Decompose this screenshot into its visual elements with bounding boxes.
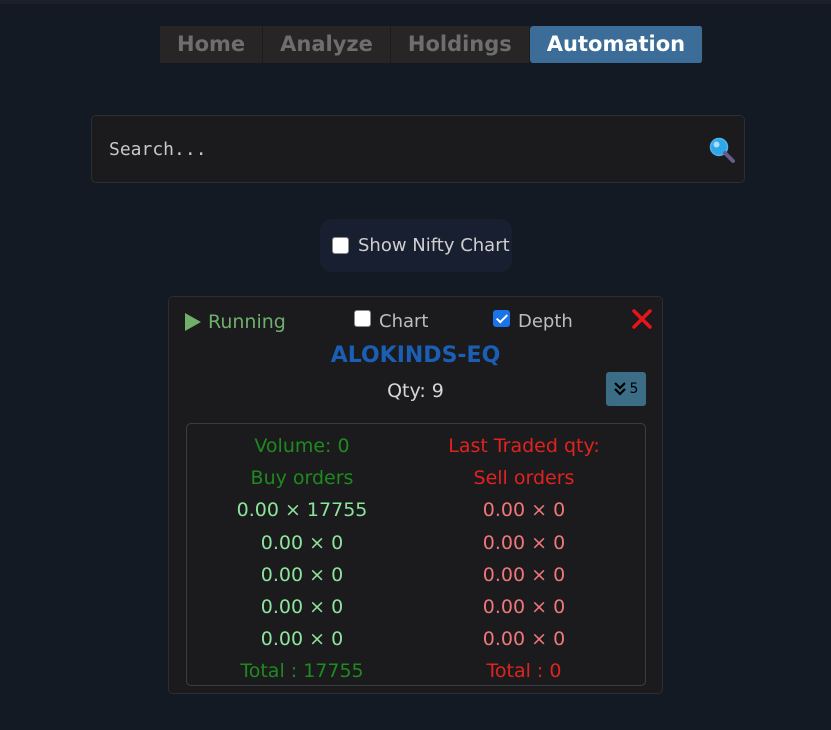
sell-column: Last Traded qty: Sell orders 0.00 × 0 0.… — [409, 430, 639, 688]
buy-order-row: 0.00 × 17755 — [236, 499, 368, 522]
close-icon[interactable] — [630, 307, 654, 331]
chart-option: Chart — [354, 310, 429, 332]
stock-card: Running Chart Depth ALOKINDS-EQ Qty: 9 5… — [168, 296, 663, 694]
search-box — [91, 115, 745, 183]
sell-order-row: 0.00 × 0 — [482, 563, 566, 586]
depth-levels-button[interactable]: 5 — [606, 372, 646, 406]
nifty-chart-toggle: Show Nifty Chart — [320, 219, 512, 272]
quantity-label: Qty: 9 — [387, 380, 444, 402]
buy-order-row: 0.00 × 0 — [260, 595, 344, 618]
buy-column: Volume: 0 Buy orders 0.00 × 17755 0.00 ×… — [187, 430, 417, 688]
sell-orders-header: Sell orders — [473, 467, 575, 490]
sell-order-row: 0.00 × 0 — [482, 499, 566, 522]
volume-label: Volume: 0 — [254, 435, 350, 457]
depth-levels-count: 5 — [629, 381, 639, 397]
depth-checkbox[interactable] — [493, 310, 510, 327]
sell-total: Total : 0 — [486, 660, 562, 683]
tab-automation[interactable]: Automation — [529, 26, 704, 63]
buy-orders-header: Buy orders — [250, 467, 354, 490]
top-strip — [0, 0, 831, 4]
depth-option-label: Depth — [518, 311, 573, 332]
buy-order-row: 0.00 × 0 — [260, 531, 344, 554]
tab-holdings[interactable]: Holdings — [390, 26, 530, 63]
nifty-chart-label: Show Nifty Chart — [358, 235, 510, 256]
nifty-chart-checkbox[interactable] — [332, 237, 349, 254]
tab-analyze[interactable]: Analyze — [263, 26, 391, 63]
chart-checkbox[interactable] — [354, 310, 371, 327]
double-chevron-down-icon — [613, 382, 626, 396]
search-icon[interactable] — [708, 136, 736, 164]
sell-order-row: 0.00 × 0 — [482, 628, 566, 651]
stock-symbol: ALOKINDS-EQ — [330, 343, 501, 368]
depth-option: Depth — [493, 310, 573, 332]
last-traded-qty-label: Last Traded qty: — [448, 435, 600, 457]
buy-order-row: 0.00 × 0 — [260, 563, 344, 586]
sell-order-row: 0.00 × 0 — [482, 531, 566, 554]
play-icon — [185, 313, 201, 331]
status-indicator[interactable]: Running — [185, 311, 286, 333]
search-input[interactable] — [92, 116, 709, 182]
buy-total: Total : 17755 — [240, 660, 364, 683]
status-label: Running — [208, 311, 286, 333]
sell-order-row: 0.00 × 0 — [482, 595, 566, 618]
buy-order-row: 0.00 × 0 — [260, 628, 344, 651]
main-nav: Home Analyze Holdings Automation — [160, 26, 704, 63]
market-depth-table: Volume: 0 Buy orders 0.00 × 17755 0.00 ×… — [186, 423, 646, 686]
chart-option-label: Chart — [379, 311, 429, 332]
tab-home[interactable]: Home — [160, 26, 264, 63]
